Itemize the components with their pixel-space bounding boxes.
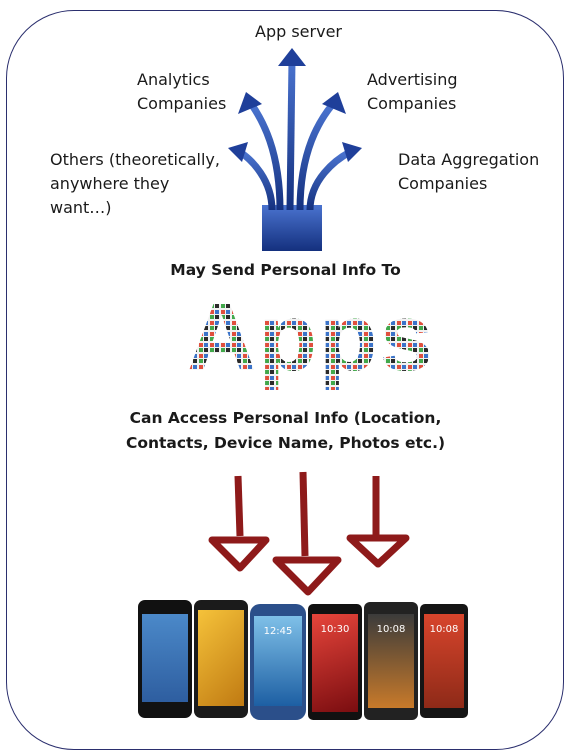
phones-row: 12:45 10:30 10:08 10:08 — [138, 600, 468, 720]
phone-6: 10:08 — [420, 604, 468, 718]
down-arrows-icon — [208, 471, 410, 596]
send-caption: May Send Personal Info To — [170, 261, 401, 279]
phone-screen-text: 10:08 — [376, 624, 406, 635]
phone-screen — [142, 614, 188, 702]
phone-screen-text: 12:45 — [263, 626, 293, 637]
apps-word-graphic: Apps — [187, 284, 433, 391]
phone-screen-text: 10:08 — [429, 624, 459, 635]
phone-screen — [198, 610, 244, 706]
phone-4: 10:30 — [308, 604, 362, 720]
branching-arrows-icon — [228, 48, 362, 251]
phone-1 — [138, 600, 192, 718]
phone-screen-text: 10:30 — [320, 624, 350, 635]
phone-3: 12:45 — [250, 604, 306, 720]
access-caption: Can Access Personal Info (Location, Cont… — [125, 409, 446, 452]
phone-5: 10:08 — [364, 602, 418, 720]
phone-2 — [194, 600, 248, 718]
apps-word: Apps — [187, 284, 435, 391]
